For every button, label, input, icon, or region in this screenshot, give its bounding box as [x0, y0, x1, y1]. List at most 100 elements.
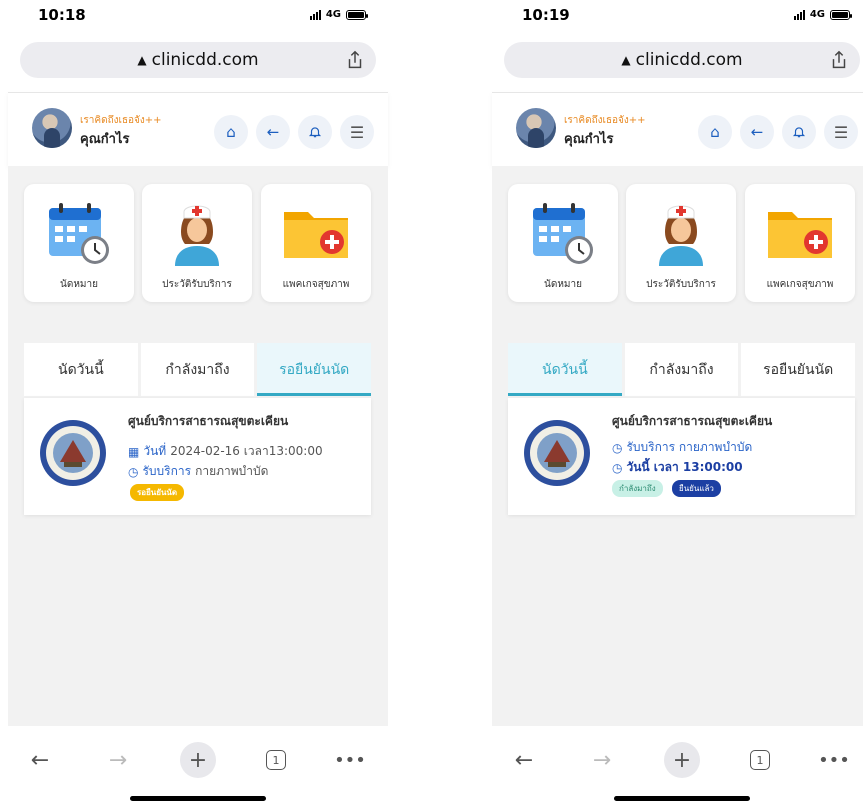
appointment-card[interactable]: ศูนย์บริการสาธารณสุขตะเคียน ▦ วันที่ 202… — [24, 398, 371, 515]
service-line: ◷ รับบริการ กายภาพบำบัด — [128, 462, 268, 481]
service-text: รับบริการ กายภาพบำบัด — [626, 440, 753, 454]
home-button[interactable]: ⌂ — [214, 115, 248, 149]
home-indicator[interactable] — [130, 796, 266, 801]
time-line: ◷ วันนี้ เวลา 13:00:00 — [612, 458, 743, 477]
tab-pending-confirm[interactable]: รอยืนยันนัด — [741, 343, 855, 396]
nurse-icon — [175, 205, 219, 266]
arrow-left-icon: ← — [266, 123, 280, 141]
menu-label: ประวัติรับบริการ — [162, 279, 232, 290]
more-button[interactable]: ••• — [816, 742, 852, 778]
clinic-name: ศูนย์บริการสาธารณสุขตะเคียน — [128, 414, 289, 428]
notification-button[interactable] — [782, 115, 816, 149]
new-tab-button[interactable]: + — [664, 742, 700, 778]
arrow-left-icon: ← — [514, 747, 534, 773]
date-value: 2024-02-16 เวลา13:00:00 — [170, 444, 323, 458]
site-info-icon[interactable]: ▲ — [621, 53, 630, 67]
notification-button[interactable] — [298, 115, 332, 149]
menu-tile-appointment[interactable]: นัดหมาย — [24, 184, 134, 302]
menu-label: แพคเกจสุขภาพ — [766, 279, 834, 290]
tab-switcher-button[interactable]: 1 — [742, 742, 778, 778]
appointment-card[interactable]: ศูนย์บริการสาธารณสุขตะเคียน ◷ รับบริการ … — [508, 398, 855, 515]
browser-forward-button[interactable]: → — [100, 742, 136, 778]
menu-tile-history[interactable]: ประวัติรับบริการ — [142, 184, 252, 302]
clock-icon: ◷ — [612, 460, 623, 475]
home-indicator[interactable] — [614, 796, 750, 801]
browser-toolbar: ← → + 1 ••• — [492, 728, 863, 790]
browser-back-button[interactable]: ← — [506, 742, 542, 778]
url-text: clinicdd.com — [635, 50, 743, 70]
user-greeting: เราคิดถึงเธอจัง++ — [564, 115, 646, 126]
battery-icon — [346, 9, 368, 20]
status-time: 10:18 — [38, 6, 86, 24]
menu-tile-package[interactable]: แพคเกจสุขภาพ — [261, 184, 371, 302]
signal-icon — [793, 9, 805, 20]
avatar[interactable] — [32, 108, 72, 148]
address-bar[interactable]: ▲ clinicdd.com — [504, 42, 860, 78]
status-badge: รอยืนยันนัด — [130, 484, 185, 501]
arrow-right-icon: → — [592, 747, 612, 773]
user-name: คุณกำไร — [564, 132, 614, 147]
browser-toolbar: ← → + 1 ••• — [8, 728, 388, 790]
network-type: 4G — [325, 9, 341, 20]
tab-today[interactable]: นัดวันนี้ — [508, 343, 625, 396]
service-value: กายภาพบำบัด — [195, 464, 269, 478]
upcoming-badge: กำลังมาถึง — [612, 480, 663, 497]
avatar[interactable] — [516, 108, 556, 148]
tab-upcoming[interactable]: กำลังมาถึง — [625, 343, 742, 396]
menu-tile-appointment[interactable]: นัดหมาย — [508, 184, 618, 302]
battery-icon — [830, 9, 852, 20]
home-icon: ⌂ — [710, 123, 720, 141]
time-text: วันนี้ เวลา 13:00:00 — [626, 460, 743, 474]
tab-count: 1 — [750, 750, 770, 770]
status-time: 10:19 — [522, 6, 570, 24]
more-dots-icon: ••• — [818, 749, 850, 771]
back-button[interactable]: ← — [256, 115, 290, 149]
plus-icon: + — [188, 747, 208, 773]
service-label: รับบริการ — [142, 464, 192, 478]
hamburger-icon: ☰ — [833, 122, 849, 142]
clinic-name: ศูนย์บริการสาธารณสุขตะเคียน — [612, 414, 773, 428]
clock-icon: ◷ — [612, 440, 623, 455]
calendar-icon: ▦ — [128, 444, 140, 459]
url-text: clinicdd.com — [151, 50, 259, 70]
nurse-icon — [659, 205, 703, 266]
confirmed-badge: ยืนยันแล้ว — [672, 480, 721, 497]
menu-label: นัดหมาย — [60, 279, 98, 290]
back-button[interactable]: ← — [740, 115, 774, 149]
user-greeting: เราคิดถึงเธอจัง++ — [80, 115, 162, 126]
menu-label: ประวัติรับบริการ — [646, 279, 716, 290]
tab-switcher-button[interactable]: 1 — [258, 742, 294, 778]
share-icon[interactable] — [344, 49, 366, 71]
share-icon[interactable] — [828, 49, 850, 71]
address-bar[interactable]: ▲ clinicdd.com — [20, 42, 376, 78]
tab-count: 1 — [266, 750, 286, 770]
appointment-tabs: นัดวันนี้ กำลังมาถึง รอยืนยันนัด — [24, 343, 372, 396]
browser-forward-button[interactable]: → — [584, 742, 620, 778]
bell-icon — [308, 127, 322, 138]
network-type: 4G — [809, 9, 825, 20]
arrow-left-icon: ← — [750, 123, 764, 141]
date-label: วันที่ — [143, 444, 167, 458]
tab-upcoming[interactable]: กำลังมาถึง — [141, 343, 258, 396]
home-button[interactable]: ⌂ — [698, 115, 732, 149]
tab-today[interactable]: นัดวันนี้ — [24, 343, 141, 396]
medical-folder-icon — [284, 212, 348, 258]
calendar-clock-icon — [533, 203, 593, 264]
phone-screen-right: 10:19 4G ▲ clinicdd.com เราคิดถึงเธอจัง+… — [492, 0, 863, 803]
menu-tile-history[interactable]: ประวัติรับบริการ — [626, 184, 736, 302]
arrow-left-icon: ← — [30, 747, 50, 773]
clock-icon: ◷ — [128, 464, 139, 479]
menu-button[interactable]: ☰ — [340, 115, 374, 149]
calendar-clock-icon — [49, 203, 109, 264]
site-info-icon[interactable]: ▲ — [137, 53, 146, 67]
plus-icon: + — [672, 747, 692, 773]
app-header: เราคิดถึงเธอจัง++ คุณกำไร ⌂ ← ☰ — [8, 92, 388, 166]
menu-tile-package[interactable]: แพคเกจสุขภาพ — [745, 184, 855, 302]
menu-button[interactable]: ☰ — [824, 115, 858, 149]
status-bar: 10:19 4G — [492, 0, 863, 34]
phone-screen-left: 10:18 4G ▲ clinicdd.com เราคิดถึงเธอจัง+… — [8, 0, 388, 803]
tab-pending-confirm[interactable]: รอยืนยันนัด — [257, 343, 372, 396]
new-tab-button[interactable]: + — [180, 742, 216, 778]
browser-back-button[interactable]: ← — [22, 742, 58, 778]
more-button[interactable]: ••• — [332, 742, 368, 778]
